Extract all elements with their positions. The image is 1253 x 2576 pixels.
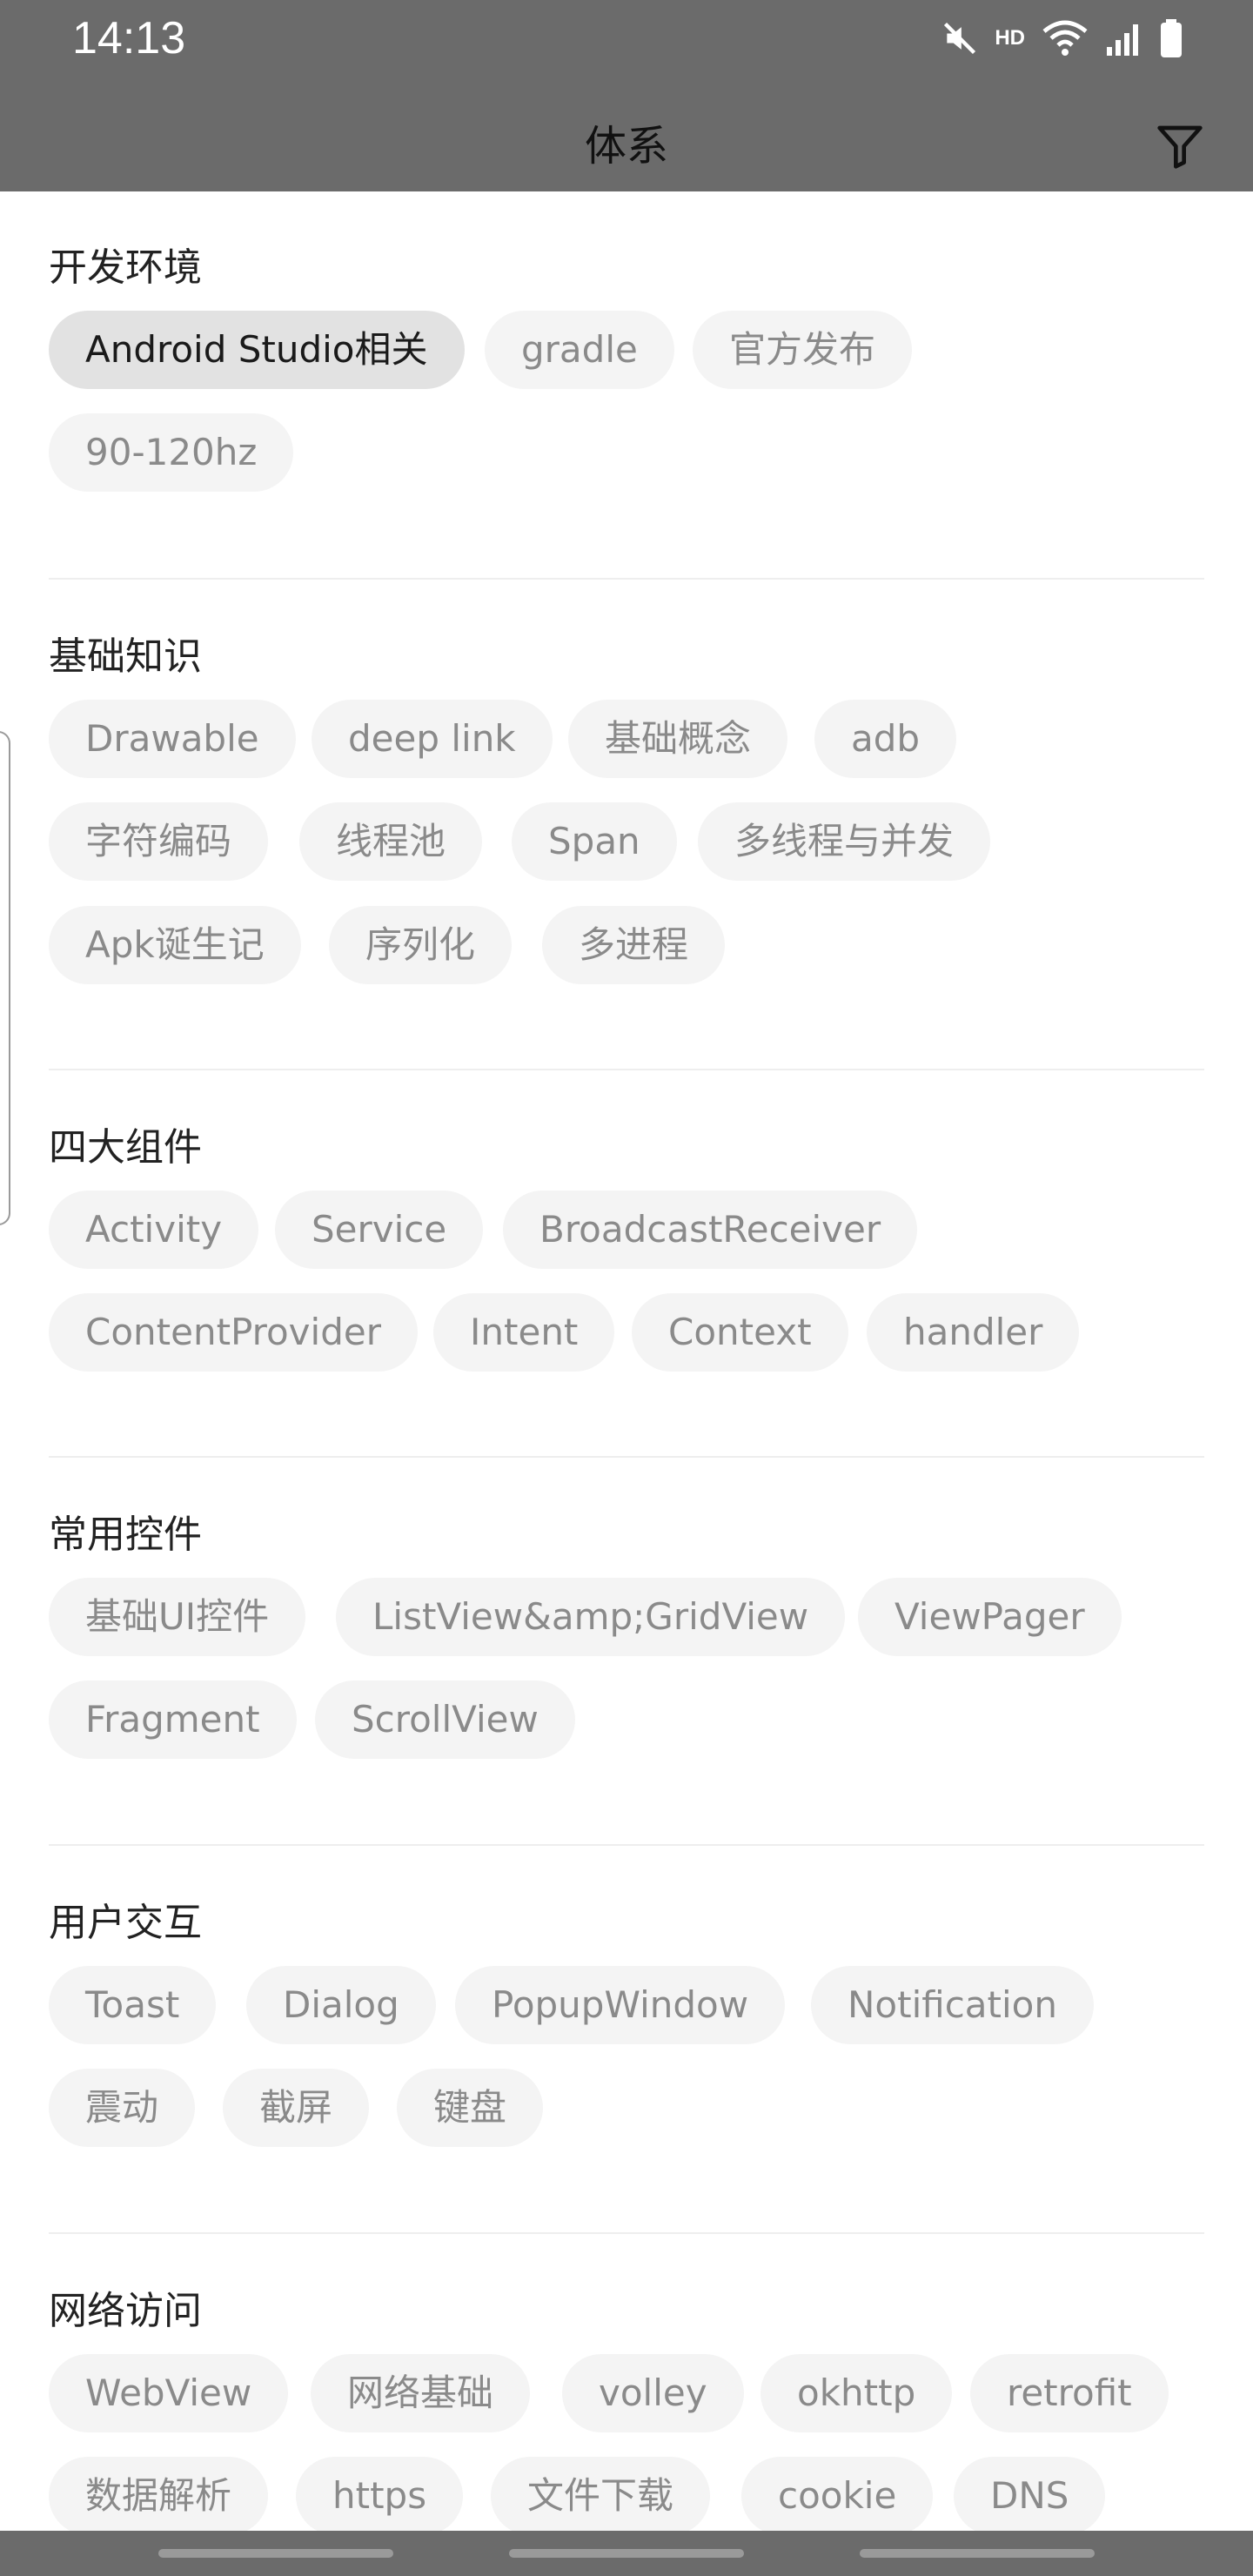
tag-chip[interactable]: Service: [275, 1191, 484, 1269]
tag-chip[interactable]: 基础概念: [568, 700, 788, 778]
system-nav-bar: [0, 2531, 1253, 2576]
tag-chip[interactable]: handler: [867, 1293, 1080, 1372]
tag-chip[interactable]: ScrollView: [315, 1680, 575, 1759]
tag-chip[interactable]: 网络基础: [311, 2354, 531, 2432]
nav-home-button[interactable]: [509, 2549, 744, 2558]
tag-chip[interactable]: ListView&amp;GridView: [336, 1578, 846, 1656]
tag-chip[interactable]: 多进程: [542, 906, 726, 984]
tag-chip[interactable]: Intent: [433, 1293, 615, 1372]
tag-chip[interactable]: 多线程与并发: [698, 802, 991, 881]
system-category-list[interactable]: 开发环境 Android Studio相关 gradle 官方发布 90-120…: [0, 191, 1253, 2531]
edge-panel-handle[interactable]: [0, 731, 10, 1225]
tag-chip[interactable]: 官方发布: [693, 311, 913, 389]
tag-chip[interactable]: BroadcastReceiver: [503, 1191, 918, 1269]
tag-chip[interactable]: 键盘: [397, 2069, 544, 2147]
section-basics: 基础知识 Drawable deep link 基础概念 adb 字符编码 线程…: [49, 631, 1204, 996]
tag-chip[interactable]: adb: [814, 700, 957, 778]
tag-chip[interactable]: Span: [512, 802, 677, 881]
tag-chip[interactable]: Drawable: [49, 700, 296, 778]
tag-chip[interactable]: 截屏: [223, 2069, 370, 2147]
tag-chip[interactable]: ContentProvider: [49, 1293, 418, 1372]
tag-chip[interactable]: 字符编码: [49, 802, 269, 881]
section-network-access: 网络访问 WebView 网络基础 volley okhttp retrofit…: [49, 2285, 1204, 2531]
mute-icon: [941, 19, 979, 57]
tag-chip[interactable]: 线程池: [299, 802, 483, 881]
hd-label: HD: [995, 26, 1025, 50]
tag-chip[interactable]: Toast: [49, 1966, 217, 2044]
wifi-icon: [1041, 19, 1089, 57]
filter-button[interactable]: [1145, 111, 1215, 181]
tag-chip[interactable]: volley: [562, 2354, 744, 2432]
tag-chip[interactable]: 序列化: [329, 906, 513, 984]
tag-chip[interactable]: Dialog: [246, 1966, 436, 2044]
section-title: 网络访问: [49, 2289, 202, 2333]
section-common-widgets: 常用控件 基础UI控件 ListView&amp;GridView ViewPa…: [49, 1509, 1204, 1770]
section-title: 四大组件: [49, 1125, 202, 1170]
tag-chip[interactable]: retrofit: [970, 2354, 1169, 2432]
nav-recent-button[interactable]: [158, 2549, 393, 2558]
section-title: 常用控件: [49, 1513, 202, 1557]
tag-chip[interactable]: 90-120hz: [49, 413, 294, 492]
status-icons: HD: [941, 16, 1183, 61]
section-title: 用户交互: [49, 1901, 202, 1945]
page-title: 体系: [584, 122, 668, 171]
filter-icon: [1157, 125, 1203, 169]
section-user-interaction: 用户交互 Toast Dialog PopupWindow Notificati…: [49, 1897, 1204, 2158]
tag-chip[interactable]: Activity: [49, 1191, 259, 1269]
tag-chip[interactable]: WebView: [49, 2354, 289, 2432]
tag-chip[interactable]: Android Studio相关: [49, 311, 465, 389]
divider: [49, 1456, 1204, 1458]
signal-icon: [1105, 19, 1143, 57]
section-title: 开发环境: [49, 245, 202, 290]
tag-chip[interactable]: PopupWindow: [455, 1966, 786, 2044]
tag-chip[interactable]: Apk诞生记: [49, 906, 301, 984]
divider: [49, 1069, 1204, 1070]
divider: [49, 1844, 1204, 1846]
tag-chip[interactable]: gradle: [485, 311, 674, 389]
tag-chip[interactable]: okhttp: [761, 2354, 953, 2432]
tag-chip[interactable]: 震动: [49, 2069, 196, 2147]
tag-chip[interactable]: 文件下载: [491, 2457, 711, 2531]
nav-back-button[interactable]: [860, 2549, 1095, 2558]
tag-chip[interactable]: Context: [632, 1293, 848, 1372]
battery-icon: [1159, 19, 1183, 57]
tag-chip[interactable]: ViewPager: [858, 1578, 1122, 1656]
tag-chip[interactable]: Notification: [811, 1966, 1094, 2044]
tag-chip[interactable]: https: [296, 2457, 464, 2531]
tag-chip[interactable]: cookie: [741, 2457, 934, 2531]
section-dev-environment: 开发环境 Android Studio相关 gradle 官方发布 90-120…: [49, 242, 1204, 492]
divider: [49, 2232, 1204, 2234]
tag-chip[interactable]: 基础UI控件: [49, 1578, 306, 1656]
app-header: 14:13 HD 体系: [0, 0, 1253, 191]
tag-chip[interactable]: Fragment: [49, 1680, 297, 1759]
tag-chip[interactable]: DNS: [954, 2457, 1106, 2531]
section-four-components: 四大组件 Activity Service BroadcastReceiver …: [49, 1122, 1204, 1383]
section-title: 基础知识: [49, 634, 202, 679]
divider: [49, 578, 1204, 580]
tag-chip[interactable]: 数据解析: [49, 2457, 269, 2531]
tag-chip[interactable]: deep link: [312, 700, 553, 778]
status-time: 14:13: [72, 13, 186, 64]
